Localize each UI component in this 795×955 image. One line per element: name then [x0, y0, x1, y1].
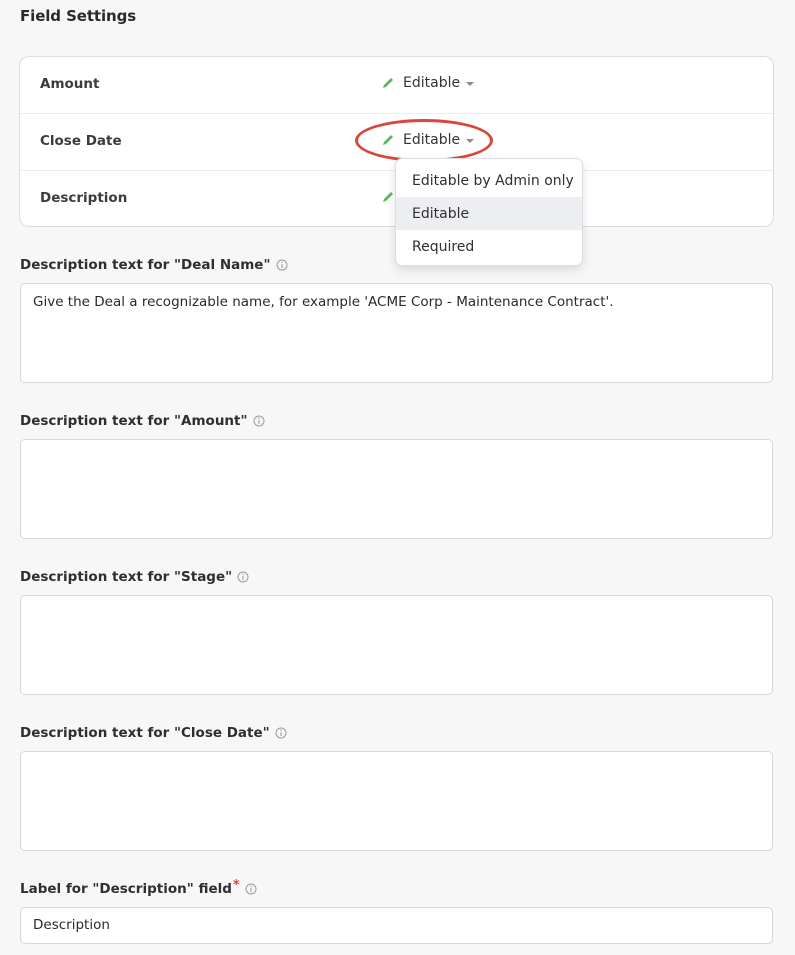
access-value: Editable	[403, 132, 461, 148]
access-dropdown-close-date[interactable]: Editable	[380, 132, 475, 148]
section-title: Field Settings	[20, 7, 137, 25]
field-row-amount: Amount Editable	[20, 57, 773, 114]
pencil-icon	[383, 135, 393, 145]
label-text: Description text for "Stage"	[20, 569, 233, 585]
info-circle-icon[interactable]	[237, 571, 249, 583]
label-text: Description text for "Close Date"	[20, 725, 270, 741]
field-name: Close Date	[40, 133, 122, 149]
pencil-icon	[383, 78, 393, 88]
required-marker: *	[232, 877, 240, 893]
dropdown-option-admin-only[interactable]: Editable by Admin only	[396, 164, 582, 197]
description-label-input[interactable]: Description	[20, 907, 773, 944]
info-circle-icon[interactable]	[253, 415, 265, 427]
dropdown-option-editable[interactable]: Editable	[396, 197, 582, 230]
access-value: Editable	[403, 75, 461, 91]
label-text: Label for "Description" field	[20, 881, 232, 897]
desc-label-close-date: Description text for "Close Date"	[20, 725, 287, 741]
pencil-icon	[383, 192, 393, 202]
field-name: Amount	[40, 76, 100, 92]
info-circle-icon[interactable]	[276, 259, 288, 271]
caret-down-icon	[466, 82, 475, 86]
deal-name-description-textarea[interactable]: Give the Deal a recognizable name, for e…	[20, 283, 773, 383]
amount-description-textarea[interactable]	[20, 439, 773, 539]
info-circle-icon[interactable]	[275, 727, 287, 739]
access-dropdown-amount[interactable]: Editable	[380, 75, 475, 91]
stage-description-textarea[interactable]	[20, 595, 773, 695]
label-text: Description text for "Deal Name"	[20, 257, 271, 273]
access-dropdown-menu: Editable by Admin only Editable Required	[395, 158, 583, 266]
desc-label-deal-name: Description text for "Deal Name"	[20, 257, 288, 273]
desc-label-description-field: Label for "Description" field *	[20, 877, 257, 897]
dropdown-option-required[interactable]: Required	[396, 230, 582, 263]
desc-label-amount: Description text for "Amount"	[20, 413, 265, 429]
caret-down-icon	[466, 139, 475, 143]
desc-label-stage: Description text for "Stage"	[20, 569, 249, 585]
label-text: Description text for "Amount"	[20, 413, 248, 429]
field-name: Description	[40, 190, 128, 206]
close-date-description-textarea[interactable]	[20, 751, 773, 851]
info-circle-icon[interactable]	[245, 883, 257, 895]
